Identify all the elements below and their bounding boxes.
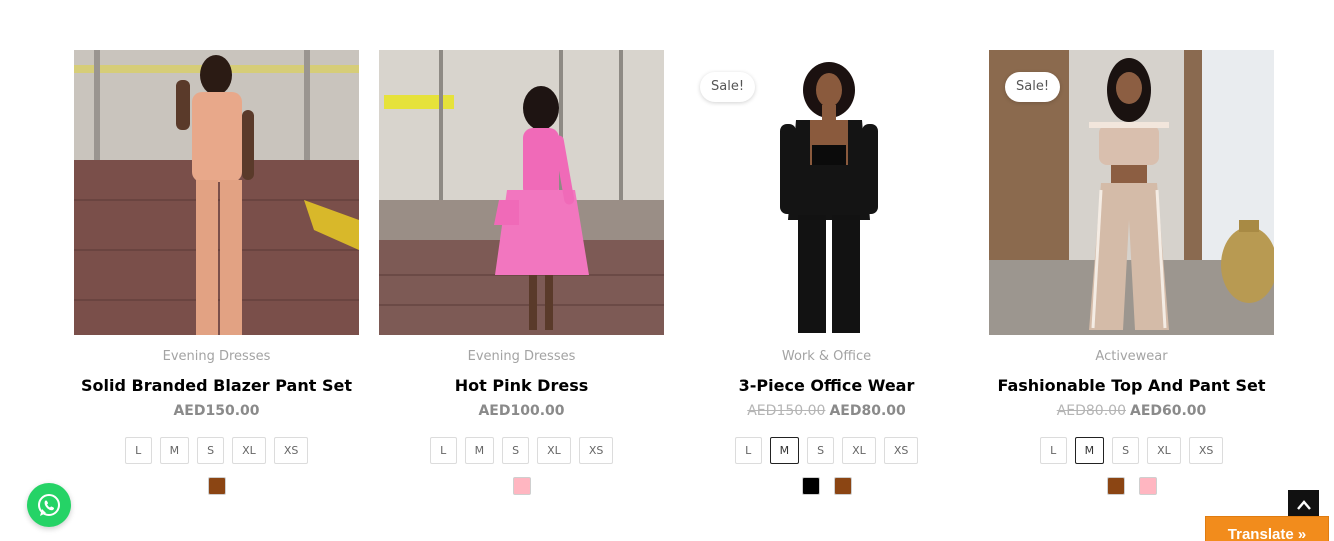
product-card: Evening Dresses Hot Pink Dress AED100.00… [379, 50, 664, 495]
product-price-current: AED60.00 [1129, 403, 1207, 419]
translate-button[interactable]: Translate » [1205, 516, 1329, 541]
sale-badge: Sale! [700, 72, 756, 102]
product-price: AED100.00 [379, 402, 664, 420]
color-swatches [684, 477, 969, 495]
size-option-l[interactable]: L [1039, 437, 1067, 464]
product-price-current: AED150.00 [173, 403, 260, 419]
size-options: L M S XL XS [74, 437, 359, 464]
whatsapp-chat-button[interactable] [27, 483, 71, 527]
size-option-m[interactable]: M [1074, 437, 1105, 464]
product-image[interactable]: Sale! [989, 50, 1274, 335]
product-title[interactable]: Hot Pink Dress [379, 376, 664, 396]
color-swatch-brown[interactable] [833, 477, 852, 495]
product-card: Sale! Activewear Fashionable Top And Pan… [989, 50, 1274, 495]
size-option-xs[interactable]: XS [578, 437, 614, 464]
size-option-xs[interactable]: XS [1188, 437, 1224, 464]
size-option-xs[interactable]: XS [273, 437, 309, 464]
product-image[interactable]: Sale! [684, 50, 969, 335]
size-option-l[interactable]: L [429, 437, 457, 464]
product-category[interactable]: Work & Office [684, 349, 969, 365]
product-card: Sale! Work & Office 3-Piece Office Wear … [684, 50, 969, 495]
product-image[interactable] [379, 50, 664, 335]
color-swatch-black[interactable] [801, 477, 820, 495]
color-swatch-pink[interactable] [1138, 477, 1157, 495]
product-price: AED150.00 [74, 402, 359, 420]
product-photo-blazer [74, 50, 359, 335]
product-title[interactable]: 3-Piece Office Wear [684, 376, 969, 396]
product-grid: Evening Dresses Solid Branded Blazer Pan… [74, 50, 1274, 510]
product-category[interactable]: Activewear [989, 349, 1274, 365]
color-swatches [989, 477, 1274, 495]
size-option-xl[interactable]: XL [1147, 437, 1181, 464]
product-title[interactable]: Solid Branded Blazer Pant Set [74, 376, 359, 396]
size-option-s[interactable]: S [197, 437, 225, 464]
size-options: L M S XL XS [989, 437, 1274, 464]
product-price-current: AED80.00 [829, 403, 906, 419]
size-option-m[interactable]: M [464, 437, 495, 464]
product-card: Evening Dresses Solid Branded Blazer Pan… [74, 50, 359, 495]
product-price: AED80.00 AED60.00 [989, 402, 1274, 420]
size-option-l[interactable]: L [124, 437, 152, 464]
size-option-s[interactable]: S [807, 437, 835, 464]
color-swatch-brown[interactable] [1106, 477, 1125, 495]
size-option-xs[interactable]: XS [883, 437, 919, 464]
product-photo-pink-dress [379, 50, 664, 335]
color-swatch-pink[interactable] [512, 477, 531, 495]
size-option-s[interactable]: S [1112, 437, 1140, 464]
color-swatches [379, 477, 664, 495]
whatsapp-icon [38, 494, 60, 516]
color-swatches [74, 477, 359, 495]
product-category[interactable]: Evening Dresses [74, 349, 359, 365]
size-option-s[interactable]: S [502, 437, 530, 464]
product-price-old: AED150.00 [747, 403, 826, 419]
color-swatch-brown[interactable] [207, 477, 226, 495]
size-option-m[interactable]: M [159, 437, 190, 464]
size-options: L M S XL XS [379, 437, 664, 464]
size-option-l[interactable]: L [734, 437, 762, 464]
scroll-to-top-button[interactable] [1288, 490, 1319, 519]
size-option-xl[interactable]: XL [232, 437, 266, 464]
size-option-xl[interactable]: XL [537, 437, 571, 464]
size-options: L M S XL XS [684, 437, 969, 464]
product-category[interactable]: Evening Dresses [379, 349, 664, 365]
product-price-current: AED100.00 [478, 403, 565, 419]
size-option-m[interactable]: M [769, 437, 800, 464]
sale-badge: Sale! [1005, 72, 1061, 102]
product-price-old: AED80.00 [1056, 403, 1126, 419]
chevron-up-icon [1296, 499, 1311, 510]
product-image[interactable] [74, 50, 359, 335]
product-title[interactable]: Fashionable Top And Pant Set [989, 376, 1274, 396]
product-price: AED150.00 AED80.00 [684, 402, 969, 420]
size-option-xl[interactable]: XL [842, 437, 876, 464]
